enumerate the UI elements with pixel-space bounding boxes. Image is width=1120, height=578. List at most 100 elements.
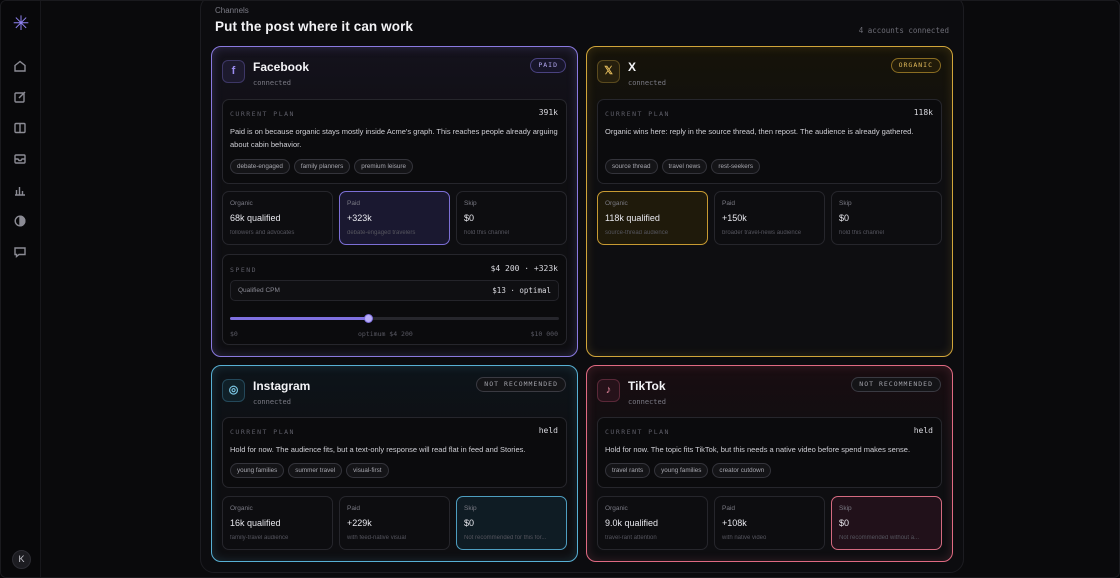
spend-label: SPEND [230,266,258,274]
audience-tag: family planners [293,159,351,174]
plan-label: CURRENT PLAN [230,110,295,118]
option-organic[interactable]: Organic 16k qualified family-travel audi… [222,496,333,550]
app-window: ✳ K Channels Put the post where it can w… [0,0,1120,578]
option-value: +323k [347,213,372,223]
option-skip[interactable]: Skip $0 Not recommended for this for... [456,496,567,550]
channel-name: Instagram [253,379,311,393]
audience-tag: source thread [605,159,658,174]
plan-description: Paid is on because organic stays mostly … [230,127,558,149]
option-organic[interactable]: Organic 68k qualified followers and advo… [222,191,333,245]
audience-tag: travel news [661,159,708,174]
audience-tags: travel rants young families creator cutd… [605,463,772,478]
slider-optimum: optimum $4 200 [358,330,413,338]
qualified-cpm-row: Qualified CPM $13 · optimal [230,280,559,301]
plan-reach: 118k [913,108,933,117]
option-subtext: broader travel-news audience [722,230,802,236]
audience-tags: debate-engaged family planners premium l… [230,159,414,174]
option-label: Paid [722,200,736,207]
chat-icon[interactable] [13,245,29,261]
option-paid[interactable]: Paid +150k broader travel-news audience [714,191,825,245]
cpm-label: Qualified CPM [238,287,280,294]
channel-status: connected [253,398,291,406]
option-paid[interactable]: Paid +229k with feed-native visual [339,496,450,550]
plan-description: Hold for now. The audience fits, but a t… [230,445,526,454]
option-subtext: followers and advocates [230,230,295,236]
option-value: $0 [464,518,475,528]
option-subtext: debate-engaged travelers [347,230,416,236]
strategy-badge: NOT RECOMMENDED [476,377,566,392]
option-subtext: hold this channel [464,230,510,236]
channel-name: Facebook [253,60,310,74]
audience-tag: rest-seekers [711,159,761,174]
placement-options: Organic 118k qualified source-thread aud… [597,191,942,245]
chart-icon[interactable] [13,183,29,199]
current-plan: CURRENT PLAN 391k Paid is on because org… [222,99,567,184]
option-organic[interactable]: Organic 118k qualified source-thread aud… [597,191,708,245]
spend-slider[interactable] [230,314,559,323]
slider-thumb[interactable] [364,314,374,323]
channel-status: connected [628,79,666,87]
slider-fill [230,317,369,320]
placement-options: Organic 16k qualified family-travel audi… [222,496,567,550]
option-subtext: Not recommended without a... [839,535,920,541]
option-organic[interactable]: Organic 9.0k qualified travel-rant atten… [597,496,708,550]
facebook-icon: f [222,60,245,83]
channel-status: connected [628,398,666,406]
audience-tag: creator cutdown [712,463,772,478]
strategy-badge: PAID [530,58,566,73]
sidebar: ✳ K [1,1,41,577]
option-skip[interactable]: Skip $0 hold this channel [831,191,942,245]
avatar[interactable]: K [12,550,31,569]
home-icon[interactable] [13,59,29,75]
audience-tag: debate-engaged [230,159,290,174]
plan-label: CURRENT PLAN [230,428,295,436]
plan-reach: held [538,426,558,435]
contrast-icon[interactable] [13,214,29,230]
option-paid[interactable]: Paid +323k debate-engaged travelers [339,191,450,245]
option-subtext: Not recommended for this for... [464,535,547,541]
page-title: Put the post where it can work [215,19,414,34]
option-subtext: source-thread audience [605,230,669,236]
inbox-icon[interactable] [13,152,29,168]
option-value: $0 [464,213,475,223]
option-subtext: travel-rant attention [605,535,657,541]
option-label: Skip [839,200,852,207]
slider-min: $0 [230,330,238,338]
x-icon: 𝕏 [597,60,620,83]
strategy-badge: NOT RECOMMENDED [851,377,941,392]
book-icon[interactable] [13,121,29,137]
option-label: Organic [230,505,253,512]
option-paid[interactable]: Paid +108k with native video [714,496,825,550]
option-value: +229k [347,518,372,528]
option-label: Organic [605,200,628,207]
option-value: $0 [839,213,850,223]
channel-card-facebook[interactable]: f Facebook connected PAID CURRENT PLAN 3… [211,46,578,357]
option-value: 9.0k qualified [605,518,659,528]
spend-panel: SPEND $4 200 · +323k Qualified CPM $13 ·… [222,254,567,345]
option-skip[interactable]: Skip $0 hold this channel [456,191,567,245]
logo-icon[interactable]: ✳ [12,14,30,34]
edit-icon[interactable] [13,90,29,106]
audience-tag: young families [230,463,285,478]
option-skip[interactable]: Skip $0 Not recommended without a... [831,496,942,550]
plan-label: CURRENT PLAN [605,428,670,436]
option-label: Organic [230,200,253,207]
option-label: Organic [605,505,628,512]
strategy-badge: ORGANIC [890,58,941,73]
plan-description: Organic wins here: reply in the source t… [605,127,914,136]
channel-card-x[interactable]: 𝕏 X connected ORGANIC CURRENT PLAN 118k … [586,46,953,357]
option-value: +108k [722,518,747,528]
current-plan: CURRENT PLAN 118k Organic wins here: rep… [597,99,942,184]
plan-description: Hold for now. The topic fits TikTok, but… [605,445,911,454]
channel-card-instagram[interactable]: ◎ Instagram connected NOT RECOMMENDED CU… [211,365,578,562]
audience-tag: summer travel [288,463,343,478]
section-eyebrow: Channels [215,6,249,15]
channel-name: TikTok [628,379,666,393]
audience-tags: young families summer travel visual-firs… [230,463,389,478]
option-value: +150k [722,213,747,223]
option-subtext: hold this channel [839,230,885,236]
option-label: Skip [464,505,477,512]
option-label: Paid [722,505,736,512]
channel-card-tiktok[interactable]: ♪ TikTok connected NOT RECOMMENDED CURRE… [586,365,953,562]
accounts-connected-count: 4 accounts connected [858,26,949,35]
